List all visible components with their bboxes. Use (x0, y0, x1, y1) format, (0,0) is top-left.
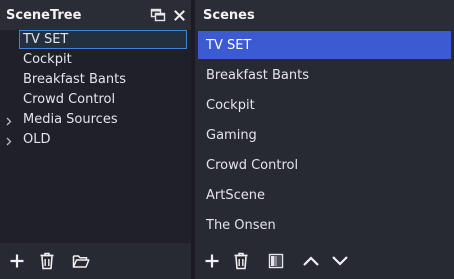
scene-item-crowd-control[interactable]: Crowd Control (198, 151, 451, 179)
plus-icon (204, 253, 220, 269)
scene-tree-titlebar[interactable]: SceneTree (0, 0, 191, 30)
chevron-right-icon[interactable] (6, 135, 12, 150)
scenes-title: Scenes (203, 8, 255, 23)
move-scene-up-button[interactable] (299, 250, 323, 272)
float-window-icon[interactable] (150, 8, 166, 22)
scene-filters-button[interactable] (264, 250, 288, 272)
trash-icon (233, 252, 249, 270)
move-scene-down-button[interactable] (328, 250, 352, 272)
scene-tree-list[interactable]: TV SET Cockpit Breakfast Bants Crowd Con… (0, 30, 191, 243)
add-folder-button[interactable] (69, 250, 93, 272)
scene-item-artscene[interactable]: ArtScene (198, 181, 451, 209)
scenes-titlebar[interactable]: Scenes (195, 0, 454, 30)
add-tree-item-button[interactable] (5, 250, 29, 272)
scene-tree-dock: SceneTree TV SET Cockpit Breakfast Bants… (0, 0, 191, 279)
scenes-dock: Scenes TV SET Breakfast Bants Cockpit Ga… (195, 0, 454, 279)
scene-item-breakfast-bants[interactable]: Breakfast Bants (198, 61, 451, 89)
scene-item-label: TV SET (206, 38, 252, 53)
tree-item-label: Crowd Control (23, 92, 116, 107)
scene-item-the-onsen[interactable]: The Onsen (198, 211, 451, 239)
chevron-down-icon (331, 255, 349, 267)
tree-folder-media-sources[interactable]: Media Sources (0, 110, 191, 130)
tree-folder-old[interactable]: OLD (0, 130, 191, 150)
scene-item-label: Cockpit (206, 98, 255, 113)
chevron-right-icon[interactable] (6, 115, 12, 130)
scene-item-label: Breakfast Bants (206, 68, 310, 83)
scene-item-cockpit[interactable]: Cockpit (198, 91, 451, 119)
tree-item-label: OLD (23, 132, 51, 147)
remove-scene-button[interactable] (229, 250, 253, 272)
tree-item-label: Breakfast Bants (23, 72, 127, 87)
scene-item-label: ArtScene (206, 188, 265, 203)
scene-item-gaming[interactable]: Gaming (198, 121, 451, 149)
tree-item-label: Cockpit (23, 52, 72, 67)
tree-item-tv-set[interactable]: TV SET (0, 30, 191, 50)
scene-tree-title: SceneTree (6, 8, 82, 23)
tree-item-crowd-control[interactable]: Crowd Control (0, 90, 191, 110)
chevron-up-icon (302, 255, 320, 267)
trash-icon (39, 252, 55, 270)
obs-dock-area: SceneTree TV SET Cockpit Breakfast Bants… (0, 0, 454, 279)
scenes-list[interactable]: TV SET Breakfast Bants Cockpit Gaming Cr… (195, 30, 454, 243)
scene-item-tv-set[interactable]: TV SET (198, 31, 451, 59)
plus-icon (9, 253, 25, 269)
folder-open-icon (72, 254, 90, 269)
scene-item-label: Crowd Control (206, 158, 299, 173)
tree-item-label: TV SET (23, 32, 69, 47)
tree-item-cockpit[interactable]: Cockpit (0, 50, 191, 70)
filter-icon (268, 253, 284, 269)
remove-tree-item-button[interactable] (35, 250, 59, 272)
scene-item-label: Gaming (206, 128, 257, 143)
scene-tree-title-icons (150, 0, 185, 30)
scene-item-label: The Onsen (206, 218, 276, 233)
close-icon[interactable] (174, 9, 185, 21)
tree-item-breakfast-bants[interactable]: Breakfast Bants (0, 70, 191, 90)
tree-item-label: Media Sources (23, 112, 118, 127)
add-scene-button[interactable] (200, 250, 224, 272)
